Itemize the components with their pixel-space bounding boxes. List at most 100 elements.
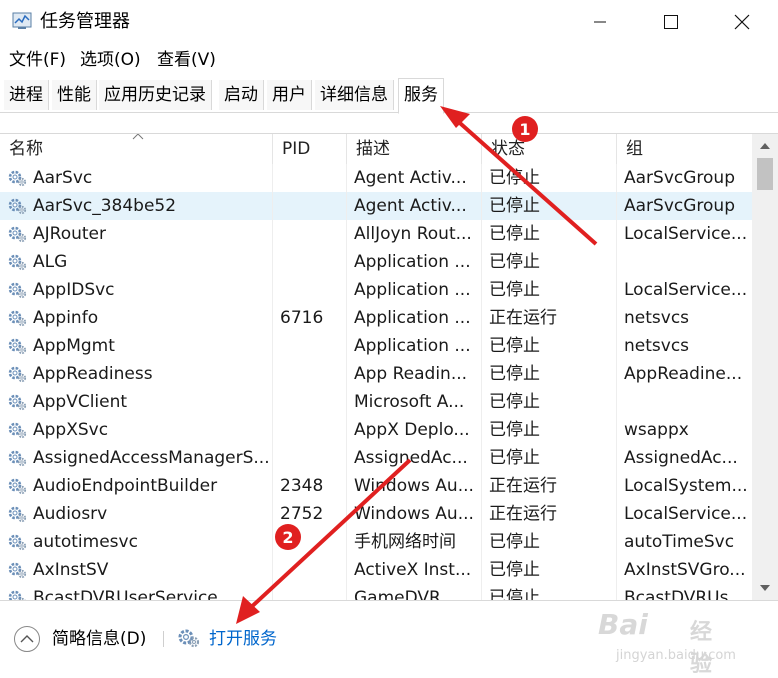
cell-name: AppXSvc	[0, 416, 273, 444]
cell-group-text: AarSvcGroup	[624, 196, 735, 216]
cell-name-text: AudioEndpointBuilder	[33, 476, 218, 496]
service-gear-icon	[8, 478, 27, 495]
service-row[interactable]: AppMgmt Application ... 已停止 netsvcs	[0, 332, 752, 360]
column-status[interactable]: 状态	[482, 134, 617, 164]
tab-users[interactable]: 用户	[267, 80, 312, 110]
service-row[interactable]: Appinfo 6716 Application ... 正在运行 netsvcs	[0, 304, 752, 332]
cell-name-text: Appinfo	[33, 308, 99, 328]
service-gear-icon	[8, 338, 27, 355]
cell-status-text: 已停止	[489, 560, 540, 580]
task-manager-icon	[12, 12, 32, 29]
service-row[interactable]: BcastDVRUserService GameDVR ... 已停止 BcastDV…	[0, 584, 752, 600]
vertical-scrollbar[interactable]	[752, 134, 778, 600]
tab-details[interactable]: 详细信息	[315, 80, 394, 110]
scroll-thumb[interactable]	[757, 158, 773, 190]
cell-name-text: AppXSvc	[33, 420, 109, 440]
sort-ascending-icon	[132, 134, 144, 140]
cell-description-text: Agent Activ...	[354, 196, 467, 216]
cell-group-text: LocalService...	[624, 224, 748, 244]
minimize-icon	[594, 21, 606, 23]
cell-pid	[273, 276, 347, 304]
fewer-details-label[interactable]: 简略信息(D)	[52, 627, 146, 651]
cell-name: AxInstSV	[0, 556, 273, 584]
cell-status: 已停止	[482, 192, 617, 220]
cell-group: AarSvcGroup	[617, 192, 752, 220]
service-row[interactable]: AudioEndpointBuilder 2348 Windows Au... 正在运…	[0, 472, 752, 500]
tab-performance[interactable]: 性能	[52, 80, 97, 110]
cell-group: autoTimeSvc	[617, 528, 752, 556]
service-row[interactable]: AppXSvc AppX Deplo... 已停止 wsappx	[0, 416, 752, 444]
cell-status: 已停止	[482, 332, 617, 360]
tab-startup[interactable]: 启动	[219, 80, 264, 110]
cell-description-text: AssignedAc...	[354, 448, 468, 468]
open-services-link[interactable]: 打开服务	[209, 627, 277, 651]
cell-name: AssignedAccessManagerS...	[0, 444, 273, 472]
cell-name: Audiosrv	[0, 500, 273, 528]
menu-view[interactable]: 查看(V)	[157, 48, 216, 72]
column-group[interactable]: 组	[617, 134, 752, 164]
services-gear-icon[interactable]	[177, 628, 201, 648]
cell-pid	[273, 444, 347, 472]
cell-name-text: BcastDVRUserService	[33, 588, 218, 600]
cell-group-text: AxInstSVGro...	[624, 560, 746, 580]
cell-status: 已停止	[482, 416, 617, 444]
cell-status-text: 已停止	[489, 392, 540, 412]
cell-pid: 6716	[273, 304, 347, 332]
cell-group: AxInstSVGro...	[617, 556, 752, 584]
fewer-details-button[interactable]	[13, 625, 41, 653]
close-icon	[734, 14, 750, 30]
tab-app-history[interactable]: 应用历史记录	[99, 80, 212, 110]
cell-description: ActiveX Inst...	[347, 556, 482, 584]
cell-name: AarSvc	[0, 164, 273, 192]
cell-group	[617, 248, 752, 276]
scroll-up-arrow[interactable]	[752, 136, 778, 156]
scroll-down-arrow[interactable]	[752, 578, 778, 598]
cell-status-text: 已停止	[489, 168, 540, 188]
service-row[interactable]: autotimesvc 手机网络时间 已停止 autoTimeSvc	[0, 528, 752, 556]
column-header: 名称 PID 描述 状态 组	[0, 134, 752, 164]
cell-group-text: netsvcs	[624, 308, 690, 328]
cell-name: Appinfo	[0, 304, 273, 332]
service-row[interactable]: AxInstSV ActiveX Inst... 已停止 AxInstSVGro...	[0, 556, 752, 584]
close-button[interactable]	[719, 0, 765, 44]
cell-description-text: Application ...	[354, 280, 471, 300]
menu-file[interactable]: 文件(F)	[9, 48, 66, 72]
menu-options[interactable]: 选项(O)	[80, 48, 141, 72]
cell-description-text: Agent Activ...	[354, 168, 467, 188]
chevron-down-icon	[760, 585, 770, 591]
service-row[interactable]: AppIDSvc Application ... 已停止 LocalService..…	[0, 276, 752, 304]
watermark-brand: Bai	[598, 608, 648, 641]
service-row[interactable]: AJRouter AllJoyn Rout... 已停止 LocalService..…	[0, 220, 752, 248]
cell-group: AarSvcGroup	[617, 164, 752, 192]
cell-status-text: 正在运行	[489, 504, 557, 524]
service-row[interactable]: Audiosrv 2752 Windows Au... 正在运行 LocalServic…	[0, 500, 752, 528]
cell-name: AppMgmt	[0, 332, 273, 360]
service-gear-icon	[8, 226, 27, 243]
service-gear-icon	[8, 590, 26, 600]
service-gear-icon	[8, 310, 27, 327]
cell-status: 已停止	[482, 220, 617, 248]
cell-status: 正在运行	[482, 500, 617, 528]
maximize-button[interactable]	[648, 0, 694, 44]
service-gear-icon	[8, 562, 27, 579]
cell-description: App Readin...	[347, 360, 482, 388]
tab-processes[interactable]: 进程	[4, 80, 49, 110]
cell-group: BcastDVRUs...	[617, 584, 752, 600]
cell-description: Application ...	[347, 332, 482, 360]
service-row[interactable]: AppReadiness App Readin... 已停止 AppReadine..…	[0, 360, 752, 388]
service-row[interactable]: AppVClient Microsoft A... 已停止	[0, 388, 752, 416]
cell-description: AppX Deplo...	[347, 416, 482, 444]
service-row[interactable]: AarSvc_384be52 Agent Activ... 已停止 AarSvcGro…	[0, 192, 752, 220]
services-list: 名称 PID 描述 状态 组 AarSvc Agent Activ... 已停止 Aa…	[0, 134, 778, 600]
service-row[interactable]: AarSvc Agent Activ... 已停止 AarSvcGroup	[0, 164, 752, 192]
service-row[interactable]: AssignedAccessManagerS... AssignedAc... 已停…	[0, 444, 752, 472]
column-pid[interactable]: PID	[273, 134, 347, 164]
minimize-button[interactable]	[577, 0, 623, 44]
column-description[interactable]: 描述	[347, 134, 482, 164]
cell-status: 正在运行	[482, 472, 617, 500]
service-row[interactable]: ALG Application ... 已停止	[0, 248, 752, 276]
tab-services[interactable]: 服务	[398, 78, 444, 114]
cell-pid	[273, 584, 347, 600]
cell-description-text: 手机网络时间	[354, 532, 456, 552]
cell-description: Application ...	[347, 248, 482, 276]
